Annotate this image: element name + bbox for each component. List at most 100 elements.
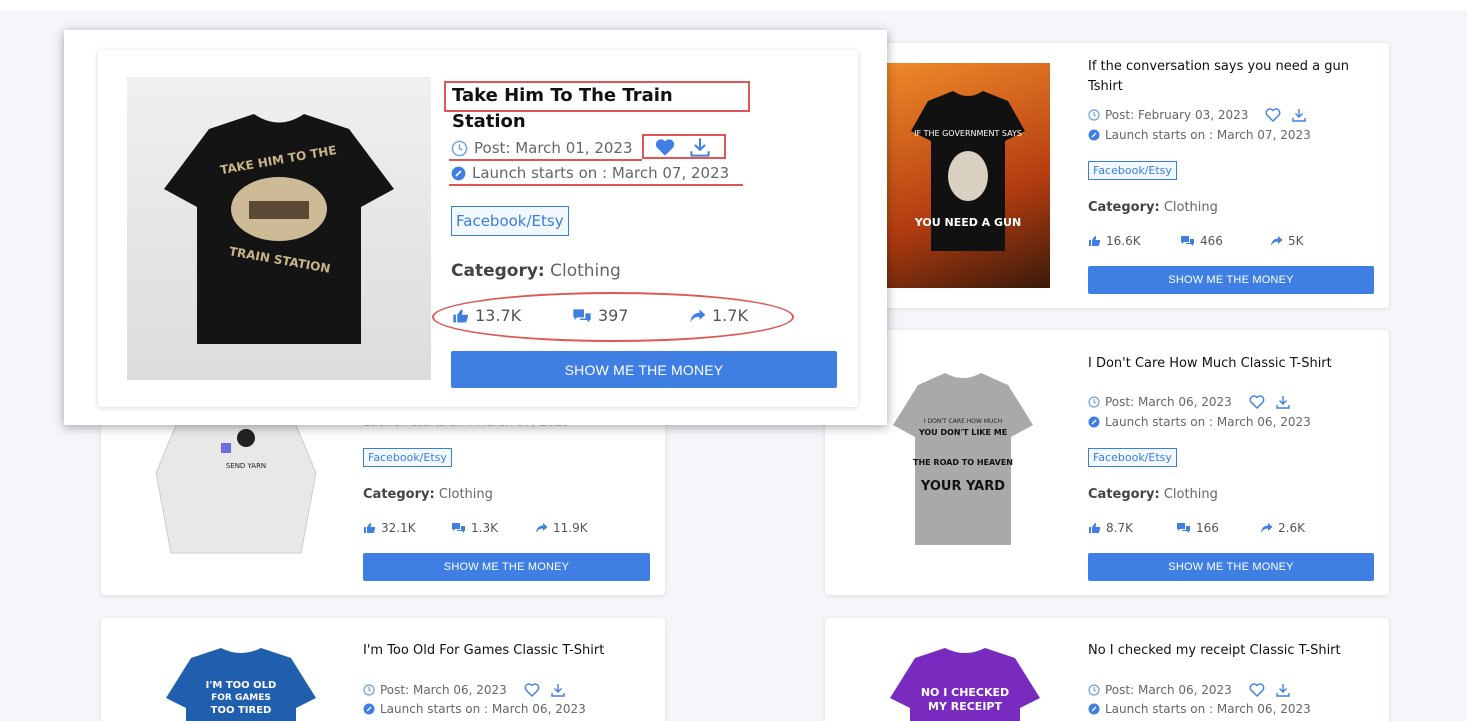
product-title[interactable]: I Don't Care How Much Classic T-Shirt: [1088, 354, 1368, 374]
show-me-the-money-button[interactable]: SHOW ME THE MONEY: [1088, 266, 1374, 294]
post-date: Post: March 06, 2023: [1088, 683, 1290, 697]
platform-tag[interactable]: Facebook/Etsy: [1088, 161, 1177, 180]
product-title[interactable]: No I checked my receipt Classic T-Shirt: [1088, 641, 1378, 661]
svg-text:YOU NEED A GUN: YOU NEED A GUN: [913, 216, 1020, 229]
category: Category: Clothing: [1088, 487, 1218, 502]
download-icon[interactable]: [690, 137, 710, 157]
post-date: Post: March 06, 2023: [363, 683, 565, 697]
featured-product-card: TAKE HIM TO THE TRAIN STATION Take Him T…: [98, 50, 858, 407]
download-icon[interactable]: [551, 683, 565, 697]
thumbs-up-icon: [1088, 522, 1101, 534]
category-label: Category:: [363, 487, 435, 502]
show-me-the-money-button[interactable]: SHOW ME THE MONEY: [363, 553, 650, 581]
launch-date-text: Launch starts on : March 06, 2023: [380, 702, 586, 716]
launch-date-text: Launch starts on : March 07, 2023: [1105, 128, 1311, 142]
likes-count: 8.7K: [1106, 521, 1133, 535]
shares-stat: 1.7K: [689, 306, 748, 325]
heart-icon[interactable]: [1249, 395, 1265, 409]
product-image[interactable]: SEND YARN: [146, 410, 326, 560]
category-label: Category:: [451, 261, 545, 281]
download-icon[interactable]: [1292, 108, 1307, 122]
category-label: Category:: [1088, 487, 1160, 502]
launch-date-text: Launch starts on : March 06, 2023: [1105, 702, 1311, 716]
download-icon[interactable]: [1276, 395, 1290, 409]
product-image[interactable]: I DON'T CARE HOW MUCH YOU DON'T LIKE ME …: [875, 355, 1050, 565]
category-label: Category:: [1088, 200, 1160, 215]
svg-text:NO I CHECKED: NO I CHECKED: [921, 686, 1009, 699]
comments-count: 466: [1200, 234, 1223, 248]
engagement-stats: 16.6K 466 5K: [1088, 234, 1304, 248]
post-date-text: Post: March 06, 2023: [380, 683, 507, 697]
product-card: I'M TOO OLD FOR GAMES TOO TIRED I'm Too …: [101, 618, 665, 721]
svg-text:THE ROAD TO HEAVEN: THE ROAD TO HEAVEN: [913, 458, 1013, 467]
featured-platform-tag[interactable]: Facebook/Etsy: [451, 206, 569, 236]
likes-stat: 13.7K: [452, 306, 572, 325]
featured-show-me-the-money-button[interactable]: SHOW ME THE MONEY: [451, 351, 837, 388]
comments-icon: [451, 522, 466, 534]
share-icon: [689, 308, 706, 324]
product-card: NO I CHECKED MY RECEIPT No I checked my …: [825, 618, 1389, 721]
heart-icon[interactable]: [1265, 108, 1281, 122]
svg-text:I'M TOO OLD: I'M TOO OLD: [206, 680, 277, 691]
engagement-stats: 32.1K 1.3K 11.9K: [363, 521, 588, 535]
shares-stat: 2.6K: [1260, 521, 1305, 535]
shares-stat: 5K: [1270, 234, 1304, 248]
featured-engagement-stats: 13.7K 397 1.7K: [452, 306, 748, 325]
clock-icon: [1088, 684, 1100, 696]
rocket-icon: [363, 703, 375, 715]
clock-icon: [451, 140, 468, 157]
download-icon[interactable]: [1276, 683, 1290, 697]
featured-zoom-overlay: TAKE HIM TO THE TRAIN STATION Take Him T…: [64, 30, 887, 425]
share-icon: [1260, 522, 1273, 534]
rocket-icon: [451, 166, 466, 181]
category-value: Clothing: [1163, 487, 1218, 502]
product-title[interactable]: If the conversation says you need a gun …: [1088, 57, 1368, 97]
post-date-text: Post: February 03, 2023: [1105, 108, 1249, 122]
comments-stat: 397: [572, 306, 689, 325]
post-date-text: Post: March 06, 2023: [1105, 395, 1232, 409]
comments-count: 397: [598, 306, 629, 325]
clock-icon: [1088, 109, 1100, 121]
launch-date: Launch starts on : March 07, 2023: [1088, 128, 1311, 142]
clock-icon: [363, 684, 375, 696]
svg-text:IF THE GOVERNMENT SAYS: IF THE GOVERNMENT SAYS: [914, 129, 1022, 138]
likes-count: 16.6K: [1106, 234, 1141, 248]
show-me-the-money-button[interactable]: SHOW ME THE MONEY: [1088, 553, 1374, 581]
category-value: Clothing: [438, 487, 493, 502]
comments-icon: [1176, 522, 1191, 534]
featured-title[interactable]: Take Him To The Train Station: [444, 81, 750, 132]
svg-text:FOR GAMES: FOR GAMES: [211, 693, 271, 703]
heart-icon[interactable]: [524, 683, 540, 697]
product-title[interactable]: I'm Too Old For Games Classic T-Shirt: [363, 641, 653, 661]
rocket-icon: [1088, 416, 1100, 428]
featured-category: Category: Clothing: [451, 261, 621, 281]
product-card: I DON'T CARE HOW MUCH YOU DON'T LIKE ME …: [825, 330, 1389, 595]
category: Category: Clothing: [363, 487, 493, 502]
thumbs-up-icon: [452, 308, 469, 324]
platform-tag[interactable]: Facebook/Etsy: [363, 448, 452, 467]
svg-text:SEND YARN: SEND YARN: [226, 462, 266, 470]
featured-launch-date: Launch starts on : March 07, 2023: [451, 164, 729, 182]
post-date-text: Post: March 06, 2023: [1105, 683, 1232, 697]
heart-icon[interactable]: [1249, 683, 1265, 697]
shares-stat: 11.9K: [535, 521, 588, 535]
category: Category: Clothing: [1088, 200, 1218, 215]
rocket-icon: [1088, 703, 1100, 715]
likes-stat: 16.6K: [1088, 234, 1180, 248]
launch-date: Launch starts on : March 06, 2023: [363, 702, 586, 716]
featured-product-image[interactable]: TAKE HIM TO THE TRAIN STATION: [127, 77, 431, 380]
heart-icon[interactable]: [654, 138, 676, 157]
likes-stat: 8.7K: [1088, 521, 1176, 535]
comments-count: 166: [1196, 521, 1219, 535]
share-icon: [535, 522, 548, 534]
post-date: Post: February 03, 2023: [1088, 108, 1307, 122]
product-image[interactable]: NO I CHECKED MY RECEIPT: [880, 648, 1050, 721]
platform-tag[interactable]: Facebook/Etsy: [1088, 448, 1177, 467]
svg-text:I DON'T CARE HOW MUCH: I DON'T CARE HOW MUCH: [923, 418, 1001, 425]
product-card: IF THE GOVERNMENT SAYS YOU NEED A GUN If…: [825, 43, 1389, 308]
featured-post-date: Post: March 01, 2023: [451, 139, 633, 157]
shares-count: 2.6K: [1278, 521, 1305, 535]
product-image[interactable]: IF THE GOVERNMENT SAYS YOU NEED A GUN: [885, 63, 1050, 288]
launch-date-underline: [449, 184, 743, 186]
product-image[interactable]: I'M TOO OLD FOR GAMES TOO TIRED: [156, 648, 326, 721]
